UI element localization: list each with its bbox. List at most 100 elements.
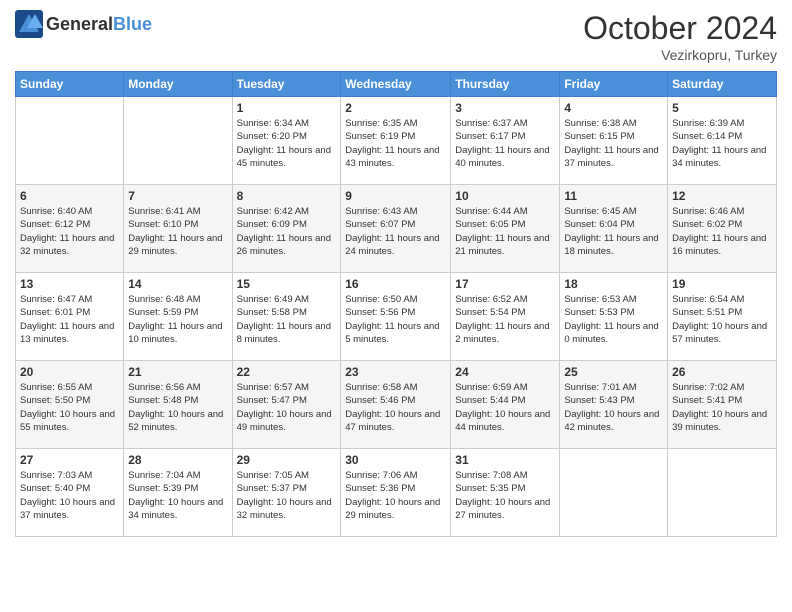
day-info: Sunrise: 6:54 AM Sunset: 5:51 PM Dayligh… <box>672 293 772 346</box>
table-row: 31Sunrise: 7:08 AM Sunset: 5:35 PM Dayli… <box>451 449 560 537</box>
day-info: Sunrise: 6:49 AM Sunset: 5:58 PM Dayligh… <box>237 293 337 346</box>
table-row <box>668 449 777 537</box>
table-row: 21Sunrise: 6:56 AM Sunset: 5:48 PM Dayli… <box>124 361 232 449</box>
table-row: 15 Sunrise: 6:49 AM Sunset: 5:58 PM Dayli… <box>232 273 341 361</box>
table-row <box>124 97 232 185</box>
day-number: 28 <box>128 453 227 467</box>
col-friday: Friday <box>560 72 668 97</box>
day-info: Sunrise: 6:34 AM Sunset: 6:20 PM Dayligh… <box>237 117 337 170</box>
day-info: Sunrise: 6:40 AM Sunset: 6:12 PM Dayligh… <box>20 205 119 258</box>
day-info: Sunrise: 6:59 AM Sunset: 5:44 PM Dayligh… <box>455 381 555 434</box>
day-number: 12 <box>672 189 772 203</box>
day-info: Sunrise: 6:46 AM Sunset: 6:02 PM Dayligh… <box>672 205 772 258</box>
table-row: 24 Sunrise: 6:59 AM Sunset: 5:44 PM Dayli… <box>451 361 560 449</box>
location: Vezirkopru, Turkey <box>583 47 777 63</box>
calendar-week-4: 27 Sunrise: 7:03 AM Sunset: 5:40 PM Dayli… <box>16 449 777 537</box>
day-info: Sunrise: 7:03 AM Sunset: 5:40 PM Dayligh… <box>20 469 119 522</box>
day-number: 13 <box>20 277 119 291</box>
day-info: Sunrise: 6:42 AM Sunset: 6:09 PM Dayligh… <box>237 205 337 258</box>
month-title: October 2024 <box>583 10 777 47</box>
day-info: Sunrise: 6:53 AM Sunset: 5:53 PM Dayligh… <box>564 293 663 346</box>
day-info: Sunrise: 6:37 AM Sunset: 6:17 PM Dayligh… <box>455 117 555 170</box>
logo-icon <box>15 10 43 38</box>
day-info: Sunrise: 6:39 AM Sunset: 6:14 PM Dayligh… <box>672 117 772 170</box>
day-info: Sunrise: 6:52 AM Sunset: 5:54 PM Dayligh… <box>455 293 555 346</box>
day-info: Sunrise: 6:55 AM Sunset: 5:50 PM Dayligh… <box>20 381 119 434</box>
day-info: Sunrise: 6:45 AM Sunset: 6:04 PM Dayligh… <box>564 205 663 258</box>
logo: GeneralBlue <box>15 10 152 38</box>
day-info: Sunrise: 7:06 AM Sunset: 5:36 PM Dayligh… <box>345 469 446 522</box>
day-number: 3 <box>455 101 555 115</box>
day-number: 30 <box>345 453 446 467</box>
table-row: 22Sunrise: 6:57 AM Sunset: 5:47 PM Dayli… <box>232 361 341 449</box>
col-thursday: Thursday <box>451 72 560 97</box>
day-number: 24 <box>455 365 555 379</box>
calendar-week-3: 20 Sunrise: 6:55 AM Sunset: 5:50 PM Dayli… <box>16 361 777 449</box>
table-row: 1 Sunrise: 6:34 AM Sunset: 6:20 PM Daylig… <box>232 97 341 185</box>
day-number: 11 <box>564 189 663 203</box>
table-row: 3 Sunrise: 6:37 AM Sunset: 6:17 PM Daylig… <box>451 97 560 185</box>
table-row: 14 Sunrise: 6:48 AM Sunset: 5:59 PM Dayli… <box>124 273 232 361</box>
day-info: Sunrise: 6:47 AM Sunset: 6:01 PM Dayligh… <box>20 293 119 346</box>
day-number: 15 <box>237 277 337 291</box>
day-info: Sunrise: 7:08 AM Sunset: 5:35 PM Dayligh… <box>455 469 555 522</box>
col-saturday: Saturday <box>668 72 777 97</box>
logo-general: General <box>46 14 113 34</box>
table-row: 10Sunrise: 6:44 AM Sunset: 6:05 PM Dayli… <box>451 185 560 273</box>
table-row <box>16 97 124 185</box>
calendar-week-1: 6 Sunrise: 6:40 AM Sunset: 6:12 PM Daylig… <box>16 185 777 273</box>
day-info: Sunrise: 6:48 AM Sunset: 5:59 PM Dayligh… <box>128 293 227 346</box>
col-sunday: Sunday <box>16 72 124 97</box>
day-number: 19 <box>672 277 772 291</box>
day-info: Sunrise: 6:58 AM Sunset: 5:46 PM Dayligh… <box>345 381 446 434</box>
table-row: 12 Sunrise: 6:46 AM Sunset: 6:02 PM Dayli… <box>668 185 777 273</box>
day-info: Sunrise: 6:44 AM Sunset: 6:05 PM Dayligh… <box>455 205 555 258</box>
table-row: 6 Sunrise: 6:40 AM Sunset: 6:12 PM Daylig… <box>16 185 124 273</box>
title-area: October 2024 Vezirkopru, Turkey <box>583 10 777 63</box>
day-number: 6 <box>20 189 119 203</box>
day-number: 5 <box>672 101 772 115</box>
day-number: 2 <box>345 101 446 115</box>
day-number: 29 <box>237 453 337 467</box>
col-wednesday: Wednesday <box>341 72 451 97</box>
table-row: 5 Sunrise: 6:39 AM Sunset: 6:14 PM Daylig… <box>668 97 777 185</box>
table-row: 20 Sunrise: 6:55 AM Sunset: 5:50 PM Dayli… <box>16 361 124 449</box>
day-info: Sunrise: 6:38 AM Sunset: 6:15 PM Dayligh… <box>564 117 663 170</box>
col-monday: Monday <box>124 72 232 97</box>
calendar-header-row: Sunday Monday Tuesday Wednesday Thursday… <box>16 72 777 97</box>
table-row: 16 Sunrise: 6:50 AM Sunset: 5:56 PM Dayli… <box>341 273 451 361</box>
day-number: 14 <box>128 277 227 291</box>
day-info: Sunrise: 7:04 AM Sunset: 5:39 PM Dayligh… <box>128 469 227 522</box>
day-number: 23 <box>345 365 446 379</box>
day-number: 1 <box>237 101 337 115</box>
day-number: 20 <box>20 365 119 379</box>
day-number: 4 <box>564 101 663 115</box>
table-row: 4 Sunrise: 6:38 AM Sunset: 6:15 PM Daylig… <box>560 97 668 185</box>
day-number: 27 <box>20 453 119 467</box>
day-number: 16 <box>345 277 446 291</box>
table-row: 23 Sunrise: 6:58 AM Sunset: 5:46 PM Dayli… <box>341 361 451 449</box>
page-header: GeneralBlue October 2024 Vezirkopru, Tur… <box>15 10 777 63</box>
table-row: 28 Sunrise: 7:04 AM Sunset: 5:39 PM Dayli… <box>124 449 232 537</box>
day-info: Sunrise: 6:41 AM Sunset: 6:10 PM Dayligh… <box>128 205 227 258</box>
day-number: 21 <box>128 365 227 379</box>
day-info: Sunrise: 7:05 AM Sunset: 5:37 PM Dayligh… <box>237 469 337 522</box>
day-info: Sunrise: 7:02 AM Sunset: 5:41 PM Dayligh… <box>672 381 772 434</box>
day-number: 18 <box>564 277 663 291</box>
table-row: 13 Sunrise: 6:47 AM Sunset: 6:01 PM Dayli… <box>16 273 124 361</box>
col-tuesday: Tuesday <box>232 72 341 97</box>
calendar-week-0: 1 Sunrise: 6:34 AM Sunset: 6:20 PM Daylig… <box>16 97 777 185</box>
day-info: Sunrise: 6:35 AM Sunset: 6:19 PM Dayligh… <box>345 117 446 170</box>
table-row: 25Sunrise: 7:01 AM Sunset: 5:43 PM Dayli… <box>560 361 668 449</box>
table-row: 26 Sunrise: 7:02 AM Sunset: 5:41 PM Dayli… <box>668 361 777 449</box>
table-row: 11 Sunrise: 6:45 AM Sunset: 6:04 PM Dayli… <box>560 185 668 273</box>
table-row: 29 Sunrise: 7:05 AM Sunset: 5:37 PM Dayli… <box>232 449 341 537</box>
day-number: 26 <box>672 365 772 379</box>
table-row <box>560 449 668 537</box>
day-info: Sunrise: 6:50 AM Sunset: 5:56 PM Dayligh… <box>345 293 446 346</box>
day-number: 9 <box>345 189 446 203</box>
day-number: 7 <box>128 189 227 203</box>
table-row: 18 Sunrise: 6:53 AM Sunset: 5:53 PM Dayli… <box>560 273 668 361</box>
day-info: Sunrise: 6:57 AM Sunset: 5:47 PM Dayligh… <box>237 381 337 434</box>
calendar-week-2: 13 Sunrise: 6:47 AM Sunset: 6:01 PM Dayli… <box>16 273 777 361</box>
